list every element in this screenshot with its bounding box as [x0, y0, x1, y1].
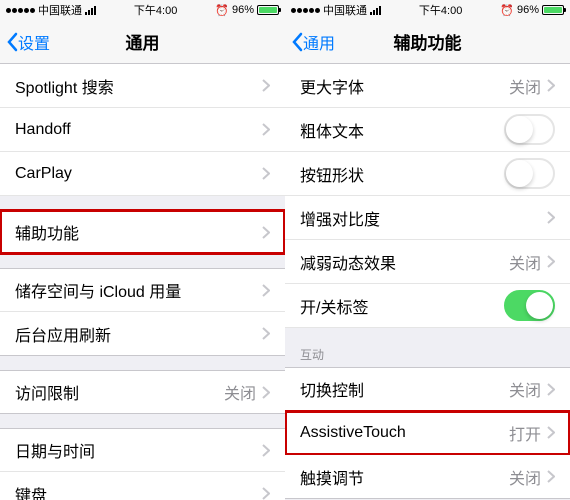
cell-assistivetouch[interactable]: AssistiveTouch 打开	[285, 411, 570, 455]
cell-restrictions[interactable]: 访问限制 关闭	[0, 370, 285, 414]
section-header-interaction: 互动	[285, 342, 570, 367]
cell-label: 访问限制	[15, 380, 224, 404]
cell-onoff-labels[interactable]: 开/关标签	[285, 284, 570, 328]
chevron-right-icon	[262, 123, 270, 136]
back-button[interactable]: 设置	[0, 30, 50, 54]
cell-label: AssistiveTouch	[300, 424, 509, 442]
chevron-right-icon	[262, 487, 270, 500]
settings-list[interactable]: Spotlight 搜索 Handoff CarPlay 辅助功能 储存空间与 …	[0, 64, 285, 500]
cell-value: 打开	[509, 421, 541, 445]
cell-value: 关闭	[509, 377, 541, 401]
cell-label: 增强对比度	[300, 206, 547, 230]
chevron-right-icon	[262, 284, 270, 297]
cell-reduce-motion[interactable]: 减弱动态效果 关闭	[285, 240, 570, 284]
battery-percent: 96%	[517, 4, 539, 16]
chevron-right-icon	[262, 327, 270, 340]
cell-spotlight[interactable]: Spotlight 搜索	[0, 64, 285, 108]
cell-label: 开/关标签	[300, 294, 504, 318]
chevron-right-icon	[547, 383, 555, 396]
toggle-button-shapes[interactable]	[504, 158, 555, 189]
chevron-right-icon	[547, 255, 555, 268]
cell-label: 日期与时间	[15, 438, 262, 462]
nav-bar: 通用 辅助功能	[285, 20, 570, 64]
cell-label: CarPlay	[15, 165, 262, 183]
toggle-bold-text[interactable]	[504, 114, 555, 145]
page-title: 辅助功能	[394, 29, 462, 54]
cell-accessibility[interactable]: 辅助功能	[0, 210, 285, 254]
cell-value: 关闭	[224, 380, 256, 404]
left-screen: 中国联通 下午4:00 ⏰ 96% 设置 通用 Spotlight 搜索 Han…	[0, 0, 285, 500]
cell-label: 切换控制	[300, 377, 509, 401]
battery-percent: 96%	[232, 4, 254, 16]
cell-label: 辅助功能	[15, 220, 262, 244]
back-label: 通用	[303, 30, 335, 54]
cell-label: Handoff	[15, 121, 262, 139]
back-label: 设置	[18, 30, 50, 54]
cell-bold-text[interactable]: 粗体文本	[285, 108, 570, 152]
accessibility-list[interactable]: 更大字体 关闭 粗体文本 按钮形状 增强对比度 减弱动态效果 关闭 开/关标签 …	[285, 64, 570, 500]
cell-label: 储存空间与 iCloud 用量	[15, 278, 262, 302]
cell-label: 粗体文本	[300, 118, 504, 142]
cell-storage[interactable]: 储存空间与 iCloud 用量	[0, 268, 285, 312]
chevron-right-icon	[262, 386, 270, 399]
chevron-right-icon	[547, 426, 555, 439]
carrier-label: 中国联通	[323, 2, 367, 18]
cell-label: 键盘	[15, 482, 262, 500]
toggle-onoff-labels[interactable]	[504, 290, 555, 321]
status-time: 下午4:00	[134, 2, 177, 18]
nav-bar: 设置 通用	[0, 20, 285, 64]
cell-label: Spotlight 搜索	[15, 74, 262, 98]
page-title: 通用	[126, 29, 160, 54]
cell-increase-contrast[interactable]: 增强对比度	[285, 196, 570, 240]
cell-value: 关闭	[509, 74, 541, 98]
battery-icon	[542, 5, 564, 15]
back-button[interactable]: 通用	[285, 30, 335, 54]
cell-carplay[interactable]: CarPlay	[0, 152, 285, 196]
chevron-right-icon	[262, 79, 270, 92]
right-screen: 中国联通 下午4:00 ⏰ 96% 通用 辅助功能 更大字体 关闭 粗体文本 按…	[285, 0, 570, 500]
carrier-label: 中国联通	[38, 2, 82, 18]
cell-value: 关闭	[509, 465, 541, 489]
cell-label: 后台应用刷新	[15, 322, 262, 346]
chevron-right-icon	[262, 226, 270, 239]
cell-keyboard[interactable]: 键盘	[0, 472, 285, 500]
chevron-right-icon	[262, 444, 270, 457]
alarm-icon: ⏰	[500, 4, 514, 17]
battery-icon	[257, 5, 279, 15]
cell-label: 按钮形状	[300, 162, 504, 186]
cell-touch-adjust[interactable]: 触摸调节 关闭	[285, 455, 570, 499]
chevron-right-icon	[547, 211, 555, 224]
chevron-right-icon	[262, 167, 270, 180]
cell-label: 触摸调节	[300, 465, 509, 489]
cell-label: 更大字体	[300, 74, 509, 98]
cell-button-shapes[interactable]: 按钮形状	[285, 152, 570, 196]
status-bar: 中国联通 下午4:00 ⏰ 96%	[285, 0, 570, 20]
cell-background-refresh[interactable]: 后台应用刷新	[0, 312, 285, 356]
cell-label: 减弱动态效果	[300, 250, 509, 274]
alarm-icon: ⏰	[215, 4, 229, 17]
chevron-left-icon	[291, 32, 303, 52]
status-time: 下午4:00	[419, 2, 462, 18]
status-bar: 中国联通 下午4:00 ⏰ 96%	[0, 0, 285, 20]
cell-larger-text[interactable]: 更大字体 关闭	[285, 64, 570, 108]
chevron-left-icon	[6, 32, 18, 52]
cell-value: 关闭	[509, 250, 541, 274]
cell-datetime[interactable]: 日期与时间	[0, 428, 285, 472]
cell-switch-control[interactable]: 切换控制 关闭	[285, 367, 570, 411]
chevron-right-icon	[547, 470, 555, 483]
chevron-right-icon	[547, 79, 555, 92]
cell-handoff[interactable]: Handoff	[0, 108, 285, 152]
